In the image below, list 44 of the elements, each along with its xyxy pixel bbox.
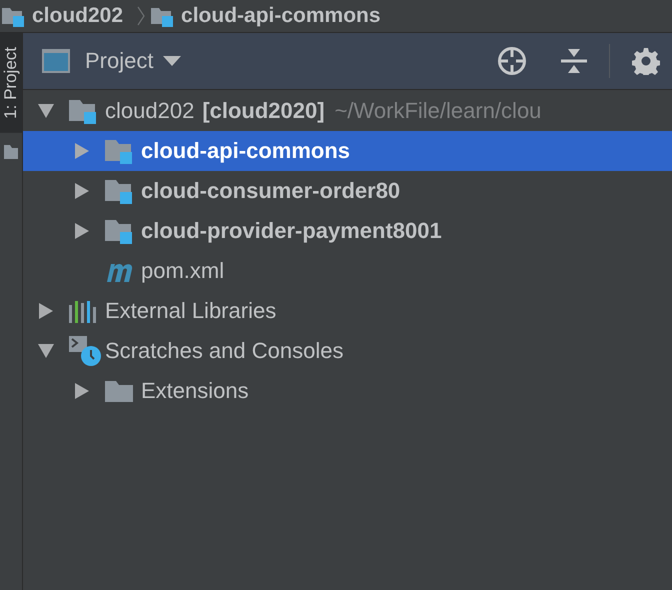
folder-icon [4, 142, 18, 159]
module-folder-icon [151, 5, 176, 27]
collapsed-arrow-icon[interactable] [75, 183, 89, 199]
target-icon[interactable] [497, 46, 527, 76]
collapsed-arrow-icon[interactable] [75, 383, 89, 399]
tree-item-label: cloud-consumer-order80 [141, 178, 400, 204]
module-folder-icon [105, 178, 135, 204]
tree-item-label: Extensions [141, 378, 249, 404]
project-tab[interactable]: 1: Project [0, 33, 22, 133]
library-icon [69, 299, 97, 323]
dropdown-caret-icon[interactable] [163, 56, 182, 66]
breadcrumb-item[interactable]: cloud-api-commons [181, 4, 381, 28]
breadcrumb-item[interactable]: cloud202 [32, 4, 124, 28]
chevron-icon [137, 6, 146, 26]
expanded-arrow-icon[interactable] [38, 344, 54, 358]
tree-row[interactable]: cloud-provider-payment8001 [23, 211, 672, 251]
collapsed-arrow-icon[interactable] [39, 303, 53, 319]
tree-item-label: cloud-api-commons [141, 138, 350, 164]
module-folder-icon [2, 5, 26, 27]
tree-row[interactable]: External Libraries [23, 291, 672, 331]
tree-item-label: External Libraries [105, 298, 276, 324]
console-clock-icon [69, 336, 101, 366]
tree-row[interactable]: pom.xml [23, 251, 672, 291]
settings-icon[interactable] [632, 47, 660, 75]
tree-row[interactable]: Extensions [23, 371, 672, 411]
tree-row[interactable]: Scratches and Consoles [23, 331, 672, 371]
tree-item-label: pom.xml [141, 258, 224, 284]
module-folder-icon [69, 98, 99, 124]
tree-row[interactable]: cloud202 [cloud2020] ~/WorkFile/learn/clou [23, 91, 672, 131]
window-icon [41, 48, 71, 74]
module-folder-icon [105, 218, 135, 244]
view-selector[interactable]: Project [85, 48, 154, 74]
project-path: ~/WorkFile/learn/clou [334, 98, 542, 124]
tree-item-label: cloud202 [105, 98, 194, 124]
tree-row[interactable]: cloud-consumer-order80 [23, 171, 672, 211]
expanded-arrow-icon[interactable] [38, 104, 54, 118]
tree-row[interactable]: cloud-api-commons [23, 131, 672, 171]
tree-item-label: cloud-provider-payment8001 [141, 218, 442, 244]
collapse-all-icon[interactable] [561, 47, 587, 75]
module-folder-icon [105, 138, 135, 164]
folder-icon [105, 379, 135, 403]
module-tag: [cloud2020] [202, 98, 325, 124]
collapsed-arrow-icon[interactable] [75, 223, 89, 239]
tree-item-label: Scratches and Consoles [105, 338, 344, 364]
